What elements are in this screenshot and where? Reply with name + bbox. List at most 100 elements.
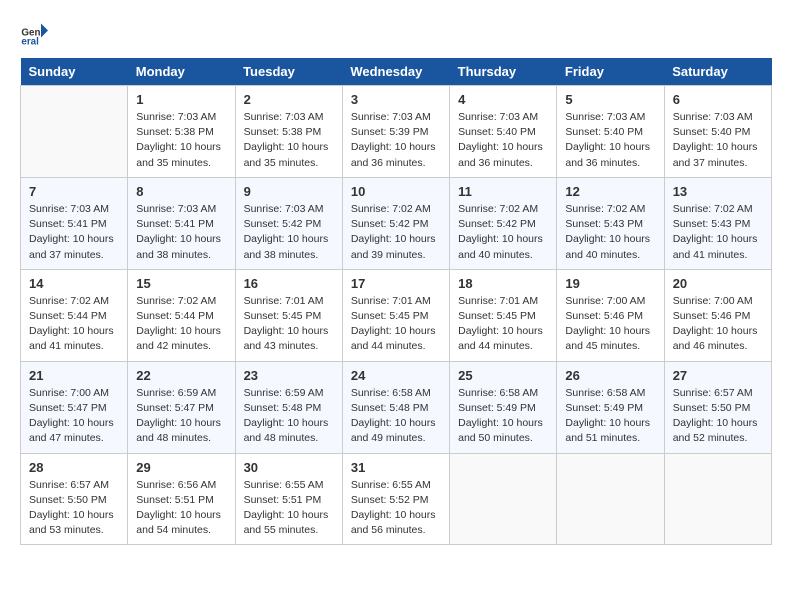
- cell-content: Sunrise: 7:01 AM Sunset: 5:45 PM Dayligh…: [244, 294, 334, 355]
- column-header-saturday: Saturday: [664, 58, 771, 86]
- cell-content: Sunrise: 7:03 AM Sunset: 5:40 PM Dayligh…: [565, 110, 655, 171]
- day-number: 12: [565, 184, 655, 199]
- calendar-cell: 15 Sunrise: 7:02 AM Sunset: 5:44 PM Dayli…: [128, 269, 235, 361]
- day-number: 6: [673, 92, 763, 107]
- cell-content: Sunrise: 7:02 AM Sunset: 5:44 PM Dayligh…: [136, 294, 226, 355]
- week-row-1: 1 Sunrise: 7:03 AM Sunset: 5:38 PM Daylig…: [21, 86, 772, 178]
- cell-content: Sunrise: 7:01 AM Sunset: 5:45 PM Dayligh…: [351, 294, 441, 355]
- column-header-wednesday: Wednesday: [342, 58, 449, 86]
- day-number: 10: [351, 184, 441, 199]
- week-row-4: 21Sunrise: 7:00 AM Sunset: 5:47 PM Dayli…: [21, 361, 772, 453]
- calendar-cell: 12 Sunrise: 7:02 AM Sunset: 5:43 PM Dayli…: [557, 177, 664, 269]
- day-number: 3: [351, 92, 441, 107]
- day-number: 9: [244, 184, 334, 199]
- day-number: 5: [565, 92, 655, 107]
- calendar-cell: 24 Sunrise: 6:58 AM Sunset: 5:48 PM Dayli…: [342, 361, 449, 453]
- calendar-cell: 28Sunrise: 6:57 AM Sunset: 5:50 PM Dayli…: [21, 453, 128, 545]
- day-number: 2: [244, 92, 334, 107]
- header-row: SundayMondayTuesdayWednesdayThursdayFrid…: [21, 58, 772, 86]
- calendar-cell: 18 Sunrise: 7:01 AM Sunset: 5:45 PM Dayli…: [450, 269, 557, 361]
- column-header-thursday: Thursday: [450, 58, 557, 86]
- day-number: 8: [136, 184, 226, 199]
- logo: Gen eral: [20, 20, 52, 48]
- calendar-cell: 30 Sunrise: 6:55 AM Sunset: 5:51 PM Dayli…: [235, 453, 342, 545]
- calendar-cell: [557, 453, 664, 545]
- cell-content: Sunrise: 7:03 AM Sunset: 5:39 PM Dayligh…: [351, 110, 441, 171]
- calendar-cell: 8 Sunrise: 7:03 AM Sunset: 5:41 PM Daylig…: [128, 177, 235, 269]
- calendar-cell: 13 Sunrise: 7:02 AM Sunset: 5:43 PM Dayli…: [664, 177, 771, 269]
- day-number: 23: [244, 368, 334, 383]
- logo-icon: Gen eral: [20, 20, 48, 48]
- cell-content: Sunrise: 7:03 AM Sunset: 5:41 PM Dayligh…: [29, 202, 119, 263]
- calendar-cell: 6Sunrise: 7:03 AM Sunset: 5:40 PM Daylig…: [664, 86, 771, 178]
- calendar-cell: 31Sunrise: 6:55 AM Sunset: 5:52 PM Dayli…: [342, 453, 449, 545]
- cell-content: Sunrise: 6:57 AM Sunset: 5:50 PM Dayligh…: [29, 478, 119, 539]
- calendar-cell: [450, 453, 557, 545]
- day-number: 25: [458, 368, 548, 383]
- day-number: 11: [458, 184, 548, 199]
- calendar-cell: 27 Sunrise: 6:57 AM Sunset: 5:50 PM Dayli…: [664, 361, 771, 453]
- day-number: 18: [458, 276, 548, 291]
- day-number: 17: [351, 276, 441, 291]
- calendar-cell: 20 Sunrise: 7:00 AM Sunset: 5:46 PM Dayli…: [664, 269, 771, 361]
- week-row-5: 28Sunrise: 6:57 AM Sunset: 5:50 PM Dayli…: [21, 453, 772, 545]
- calendar-cell: 26 Sunrise: 6:58 AM Sunset: 5:49 PM Dayli…: [557, 361, 664, 453]
- day-number: 15: [136, 276, 226, 291]
- calendar-cell: 25 Sunrise: 6:58 AM Sunset: 5:49 PM Dayli…: [450, 361, 557, 453]
- cell-content: Sunrise: 6:57 AM Sunset: 5:50 PM Dayligh…: [673, 386, 763, 447]
- calendar-cell: 17 Sunrise: 7:01 AM Sunset: 5:45 PM Dayli…: [342, 269, 449, 361]
- cell-content: Sunrise: 7:01 AM Sunset: 5:45 PM Dayligh…: [458, 294, 548, 355]
- svg-text:eral: eral: [21, 37, 39, 48]
- header: Gen eral: [20, 20, 772, 48]
- cell-content: Sunrise: 6:56 AM Sunset: 5:51 PM Dayligh…: [136, 478, 226, 539]
- day-number: 24: [351, 368, 441, 383]
- day-number: 19: [565, 276, 655, 291]
- calendar-cell: [664, 453, 771, 545]
- cell-content: Sunrise: 6:55 AM Sunset: 5:51 PM Dayligh…: [244, 478, 334, 539]
- week-row-2: 7Sunrise: 7:03 AM Sunset: 5:41 PM Daylig…: [21, 177, 772, 269]
- calendar-cell: 16 Sunrise: 7:01 AM Sunset: 5:45 PM Dayli…: [235, 269, 342, 361]
- cell-content: Sunrise: 7:02 AM Sunset: 5:43 PM Dayligh…: [673, 202, 763, 263]
- cell-content: Sunrise: 7:02 AM Sunset: 5:43 PM Dayligh…: [565, 202, 655, 263]
- calendar-cell: 10 Sunrise: 7:02 AM Sunset: 5:42 PM Dayli…: [342, 177, 449, 269]
- day-number: 20: [673, 276, 763, 291]
- cell-content: Sunrise: 6:58 AM Sunset: 5:49 PM Dayligh…: [565, 386, 655, 447]
- calendar-cell: 22 Sunrise: 6:59 AM Sunset: 5:47 PM Dayli…: [128, 361, 235, 453]
- day-number: 22: [136, 368, 226, 383]
- day-number: 26: [565, 368, 655, 383]
- day-number: 13: [673, 184, 763, 199]
- cell-content: Sunrise: 6:59 AM Sunset: 5:47 PM Dayligh…: [136, 386, 226, 447]
- cell-content: Sunrise: 7:02 AM Sunset: 5:42 PM Dayligh…: [351, 202, 441, 263]
- day-number: 27: [673, 368, 763, 383]
- calendar-cell: 5 Sunrise: 7:03 AM Sunset: 5:40 PM Daylig…: [557, 86, 664, 178]
- day-number: 30: [244, 460, 334, 475]
- calendar-cell: 3 Sunrise: 7:03 AM Sunset: 5:39 PM Daylig…: [342, 86, 449, 178]
- calendar-cell: 7Sunrise: 7:03 AM Sunset: 5:41 PM Daylig…: [21, 177, 128, 269]
- cell-content: Sunrise: 7:03 AM Sunset: 5:38 PM Dayligh…: [244, 110, 334, 171]
- cell-content: Sunrise: 6:58 AM Sunset: 5:48 PM Dayligh…: [351, 386, 441, 447]
- calendar-cell: 14 Sunrise: 7:02 AM Sunset: 5:44 PM Dayli…: [21, 269, 128, 361]
- calendar-cell: 29Sunrise: 6:56 AM Sunset: 5:51 PM Dayli…: [128, 453, 235, 545]
- day-number: 16: [244, 276, 334, 291]
- cell-content: Sunrise: 7:03 AM Sunset: 5:38 PM Dayligh…: [136, 110, 226, 171]
- calendar-cell: 1 Sunrise: 7:03 AM Sunset: 5:38 PM Daylig…: [128, 86, 235, 178]
- day-number: 31: [351, 460, 441, 475]
- day-number: 21: [29, 368, 119, 383]
- week-row-3: 14 Sunrise: 7:02 AM Sunset: 5:44 PM Dayli…: [21, 269, 772, 361]
- calendar-cell: 21Sunrise: 7:00 AM Sunset: 5:47 PM Dayli…: [21, 361, 128, 453]
- day-number: 4: [458, 92, 548, 107]
- cell-content: Sunrise: 7:00 AM Sunset: 5:46 PM Dayligh…: [673, 294, 763, 355]
- day-number: 1: [136, 92, 226, 107]
- cell-content: Sunrise: 7:02 AM Sunset: 5:44 PM Dayligh…: [29, 294, 119, 355]
- day-number: 14: [29, 276, 119, 291]
- cell-content: Sunrise: 7:03 AM Sunset: 5:42 PM Dayligh…: [244, 202, 334, 263]
- cell-content: Sunrise: 6:58 AM Sunset: 5:49 PM Dayligh…: [458, 386, 548, 447]
- cell-content: Sunrise: 7:03 AM Sunset: 5:41 PM Dayligh…: [136, 202, 226, 263]
- column-header-sunday: Sunday: [21, 58, 128, 86]
- column-header-monday: Monday: [128, 58, 235, 86]
- calendar-cell: 19 Sunrise: 7:00 AM Sunset: 5:46 PM Dayli…: [557, 269, 664, 361]
- cell-content: Sunrise: 7:00 AM Sunset: 5:46 PM Dayligh…: [565, 294, 655, 355]
- column-header-tuesday: Tuesday: [235, 58, 342, 86]
- calendar-table: SundayMondayTuesdayWednesdayThursdayFrid…: [20, 58, 772, 545]
- calendar-cell: 9 Sunrise: 7:03 AM Sunset: 5:42 PM Daylig…: [235, 177, 342, 269]
